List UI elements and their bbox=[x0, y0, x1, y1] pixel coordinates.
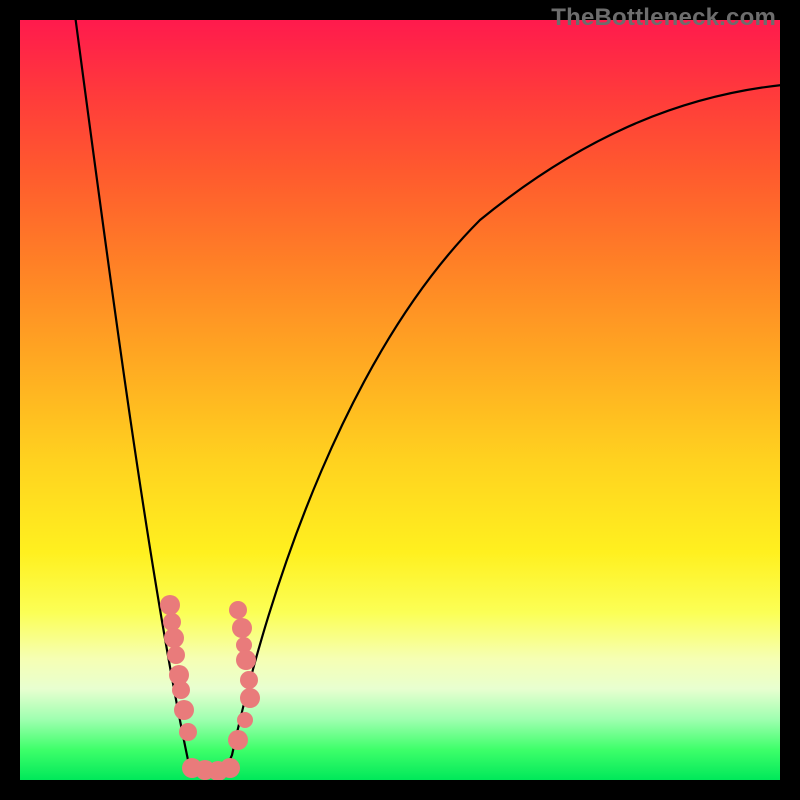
points-bottom bbox=[182, 758, 240, 780]
data-point bbox=[236, 650, 256, 670]
points-right bbox=[228, 601, 260, 750]
data-point bbox=[179, 723, 197, 741]
data-point bbox=[237, 712, 253, 728]
chart-frame: TheBottleneck.com bbox=[0, 0, 800, 800]
data-point bbox=[174, 700, 194, 720]
data-point bbox=[240, 688, 260, 708]
data-point bbox=[220, 758, 240, 778]
data-point bbox=[167, 646, 185, 664]
data-point bbox=[172, 681, 190, 699]
chart-svg bbox=[20, 20, 780, 780]
data-point bbox=[240, 671, 258, 689]
points-left bbox=[160, 595, 197, 741]
data-point bbox=[160, 595, 180, 615]
curve-left bbox=[75, 20, 210, 775]
plot-area bbox=[20, 20, 780, 780]
data-point bbox=[232, 618, 252, 638]
watermark-text: TheBottleneck.com bbox=[551, 4, 776, 32]
curve-right bbox=[210, 85, 780, 775]
data-point bbox=[228, 730, 248, 750]
data-point bbox=[164, 628, 184, 648]
data-point bbox=[229, 601, 247, 619]
